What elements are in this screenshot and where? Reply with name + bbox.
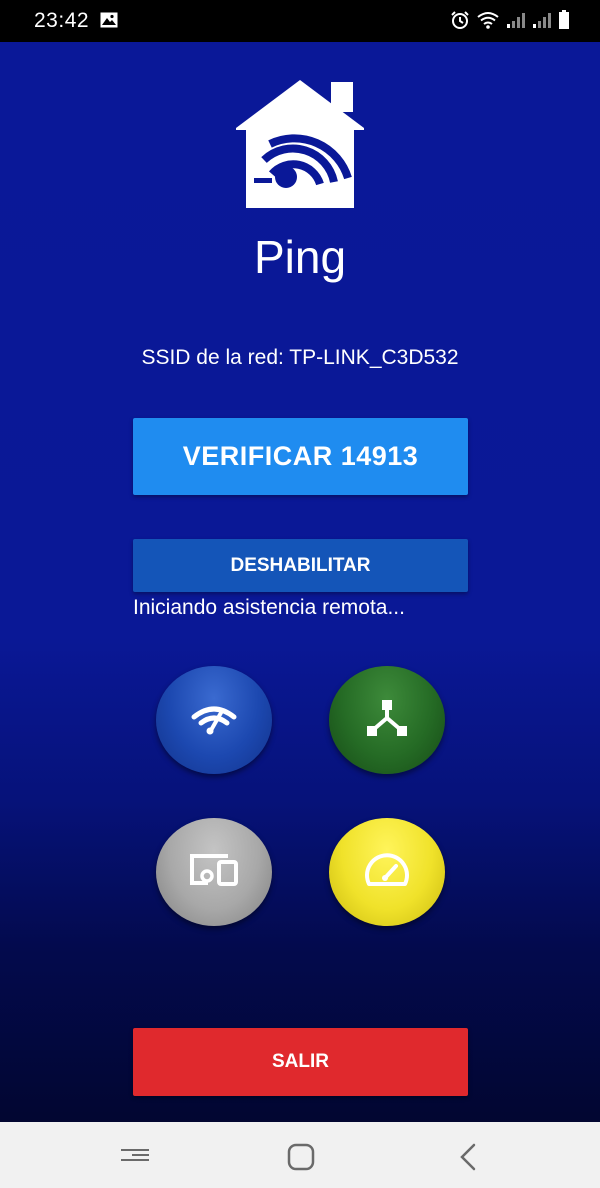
app-title: Ping (253, 231, 347, 283)
exit-button[interactable]: SALIR (133, 1028, 468, 1096)
image-icon (100, 12, 118, 33)
devices-button[interactable] (156, 818, 272, 926)
home-icon[interactable] (285, 1142, 317, 1177)
system-nav-bar (0, 1122, 600, 1188)
status-bar: 23:42 (0, 0, 600, 42)
disable-button[interactable]: DESHABILITAR (133, 539, 468, 592)
alarm-icon (450, 10, 470, 35)
wifi-button[interactable] (156, 666, 272, 774)
recent-apps-icon[interactable] (118, 1142, 152, 1173)
back-icon[interactable] (456, 1142, 482, 1177)
verify-button[interactable]: VERIFICAR 14913 (133, 418, 468, 495)
battery-icon (558, 10, 570, 35)
signal-icon (506, 11, 526, 34)
wifi-icon (476, 10, 500, 35)
network-ssid: SSID de la red: TP-LINK_C3D532 (141, 346, 459, 369)
status-time: 23:42 (34, 9, 90, 32)
signal-icon (532, 11, 552, 34)
speedometer-icon (363, 852, 411, 893)
house-wifi-logo (234, 78, 366, 215)
app-screen: Ping SSID de la red: TP-LINK_C3D532 VERI… (0, 42, 600, 1122)
network-icon (365, 698, 409, 743)
devices-icon (188, 852, 240, 893)
wifi-icon (190, 701, 238, 740)
network-button[interactable] (329, 666, 445, 774)
speedtest-button[interactable] (329, 818, 445, 926)
remote-assist-status: Iniciando asistencia remota... (133, 596, 405, 619)
